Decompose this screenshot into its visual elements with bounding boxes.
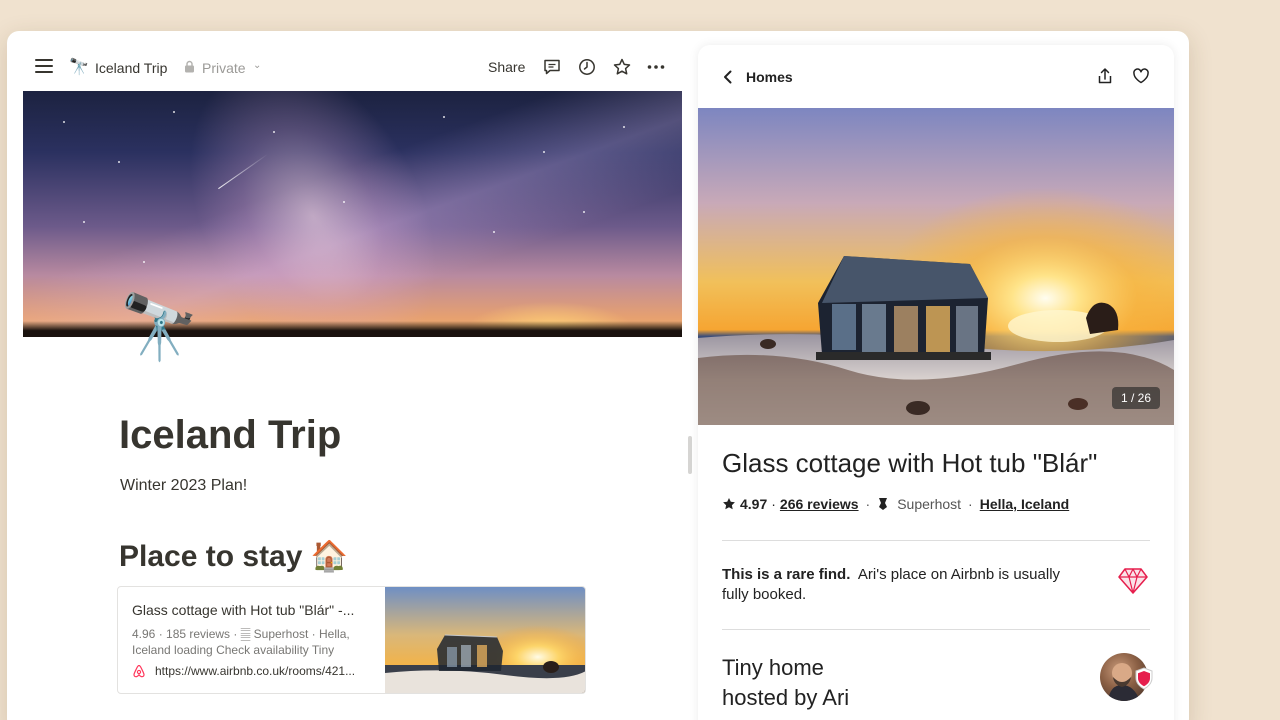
divider <box>722 629 1150 630</box>
more-icon[interactable] <box>646 57 666 77</box>
privacy-selector[interactable]: Private <box>202 60 246 76</box>
bookmark-card[interactable]: Glass cottage with Hot tub "Blár" -... 4… <box>117 586 586 694</box>
breadcrumb-page-title[interactable]: Iceland Trip <box>95 60 167 76</box>
listing-photo[interactable] <box>698 108 1174 425</box>
divider <box>722 540 1150 541</box>
notion-topbar: 🔭 Iceland Trip Private ⌄ Share <box>7 31 697 91</box>
page-subtitle[interactable]: Winter 2023 Plan! <box>120 477 247 495</box>
rating-star-icon <box>723 498 735 510</box>
host-heading-line2: hosted by Ari <box>722 685 850 710</box>
listing-title: Glass cottage with Hot tub "Blár" <box>722 448 1098 478</box>
page-title[interactable]: Iceland Trip <box>119 413 341 458</box>
chevron-left-icon[interactable] <box>722 70 734 84</box>
superhost-medal-icon <box>879 498 888 510</box>
listing-meta: 4.97 · 266 reviews · Superhost · Hella, … <box>722 496 1069 512</box>
comment-icon[interactable] <box>542 57 562 77</box>
share-button[interactable]: Share <box>488 59 525 75</box>
bookmark-title: Glass cottage with Hot tub "Blár" -... <box>132 602 355 618</box>
superhost-label: Superhost <box>897 496 962 512</box>
chevron-down-icon[interactable]: ⌄ <box>253 60 261 71</box>
airbnb-logo-icon <box>133 664 145 678</box>
bookmark-thumbnail <box>385 587 585 693</box>
photo-counter: 1 / 26 <box>1112 387 1161 409</box>
reviews-link[interactable]: 266 reviews <box>780 496 859 512</box>
host-heading: Tiny home hosted by Ari <box>722 653 849 713</box>
superhost-badge-icon <box>1135 667 1153 690</box>
bookmark-description: 4.96 · 185 reviews · 𝄛 Superhost · Hella… <box>132 627 350 657</box>
app-window: 🔭 Iceland Trip Private ⌄ Share 🔭 Iceland… <box>7 31 1189 720</box>
history-icon[interactable] <box>577 57 597 77</box>
section-heading[interactable]: Place to stay 🏠 <box>119 539 348 574</box>
menu-icon[interactable] <box>35 59 53 73</box>
diamond-icon <box>1118 568 1148 594</box>
back-to-homes-link[interactable]: Homes <box>746 69 793 85</box>
location-link[interactable]: Hella, Iceland <box>980 496 1069 512</box>
lock-icon <box>185 60 194 73</box>
heart-icon[interactable] <box>1132 67 1150 85</box>
airbnb-panel: Homes 1 / 26 Glass cottage with Hot tub … <box>698 45 1174 720</box>
split-divider-handle[interactable] <box>688 436 692 474</box>
bookmark-url: https://www.airbnb.co.uk/rooms/421... <box>155 664 356 678</box>
star-icon[interactable] <box>612 57 632 77</box>
rating-value: 4.97 <box>740 496 768 512</box>
rare-find-heading: This is a rare find. <box>722 566 851 583</box>
rare-find-notice: This is a rare find. Ari's place on Airb… <box>722 565 1082 605</box>
telescope-icon: 🔭 <box>69 59 89 76</box>
page-icon[interactable]: 🔭 <box>119 295 199 359</box>
share-icon[interactable] <box>1096 67 1114 85</box>
host-heading-line1: Tiny home <box>722 655 824 680</box>
